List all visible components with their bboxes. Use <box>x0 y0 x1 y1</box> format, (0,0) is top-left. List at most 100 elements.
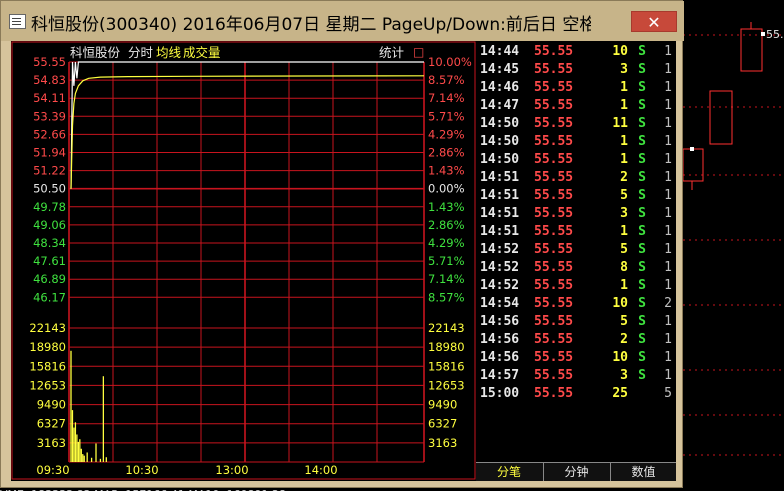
tick-price: 55.55 <box>534 386 574 401</box>
tick-time: 14:51 <box>480 224 520 239</box>
price-line <box>70 61 424 189</box>
tick-side: S <box>638 170 646 185</box>
tick-side: S <box>638 224 646 239</box>
close-button[interactable]: ✕ <box>631 11 677 32</box>
price-tick-label: 53.39 <box>33 109 66 123</box>
tick-volume: 1 <box>620 134 628 149</box>
price-tick-label: 46.89 <box>33 272 66 286</box>
price-tick-label: 51.22 <box>33 164 66 178</box>
price-tick-label: 46.17 <box>33 290 66 304</box>
tick-row: 14:57 55.55 3 S 1 <box>478 367 676 385</box>
chart-stock-name: 科恒股份 <box>70 45 121 60</box>
tab-values[interactable]: 数值 <box>610 463 676 481</box>
volume-tick-label: 9490 <box>428 398 457 412</box>
tick-row: 14:54 55.55 10 S 2 <box>478 295 676 313</box>
tick-volume: 5 <box>620 314 628 329</box>
tick-row: 14:46 55.55 1 S 1 <box>478 79 676 97</box>
tick-side: S <box>638 98 646 113</box>
tick-time: 14:50 <box>480 152 520 167</box>
price-tick-label: 47.61 <box>33 254 66 268</box>
title-bar[interactable]: 科恒股份(300340) 2016年06月07日 星期二 PageUp/Down… <box>1 1 684 41</box>
tick-volume: 2 <box>620 332 628 347</box>
percent-tick-label: 7.14% <box>428 272 465 286</box>
tick-volume: 5 <box>620 242 628 257</box>
tick-time: 14:50 <box>480 134 520 149</box>
tick-count: 1 <box>664 98 672 113</box>
chart-avg-line-label[interactable]: 均线 <box>156 45 182 60</box>
percent-tick-label: 1.43% <box>428 164 465 178</box>
tick-row: 14:51 55.55 3 S 1 <box>478 205 676 223</box>
tick-count: 1 <box>664 224 672 239</box>
tick-row: 14:56 55.55 10 S 1 <box>478 349 676 367</box>
tick-row: 14:47 55.55 1 S 1 <box>478 97 676 115</box>
stats-button[interactable]: 统计 <box>379 45 404 60</box>
tick-price: 55.55 <box>534 296 574 311</box>
tick-time: 14:46 <box>480 80 520 95</box>
tab-tick[interactable]: 分笔 <box>476 463 542 481</box>
tick-row: 14:52 55.55 5 S 1 <box>478 241 676 259</box>
tick-side: S <box>638 152 646 167</box>
volume-tick-label: 22143 <box>428 321 465 335</box>
tick-side: S <box>638 188 646 203</box>
tick-count: 1 <box>664 134 672 149</box>
bg-price-marker <box>761 32 765 36</box>
percent-axis-labels: 10.00% 8.57% 7.14% 5.71% 4.29% 2.86% 1.43% 0.00… <box>428 55 472 304</box>
tick-time: 15:00 <box>480 386 520 401</box>
percent-tick-label: 2.86% <box>428 146 465 160</box>
tick-price: 55.55 <box>534 368 574 383</box>
chart-volume-label[interactable]: 成交量 <box>183 45 221 60</box>
price-tick-label: 50.50 <box>33 182 66 196</box>
tick-time: 14:51 <box>480 170 520 185</box>
price-tick-label: 51.94 <box>33 146 66 160</box>
tick-time: 14:50 <box>480 116 520 131</box>
tick-time: 14:47 <box>480 98 520 113</box>
tick-row: 14:52 55.55 8 S 1 <box>478 259 676 277</box>
tick-price: 55.55 <box>534 188 574 203</box>
time-axis-labels: 09:30 10:30 13:00 14:00 <box>36 463 337 477</box>
tick-side: S <box>638 278 646 293</box>
tick-count: 1 <box>664 80 672 95</box>
percent-tick-label: 1.43% <box>428 200 465 214</box>
tab-minute[interactable]: 分钟 <box>543 463 609 481</box>
tick-side: S <box>638 44 646 59</box>
tick-volume: 2 <box>620 170 628 185</box>
percent-tick-label: 5.71% <box>428 254 465 268</box>
volume-tick-label: 18980 <box>428 340 465 354</box>
volume-tick-label: 15816 <box>428 359 465 373</box>
tick-side: S <box>638 242 646 257</box>
tick-price: 55.55 <box>534 116 574 131</box>
tick-count: 1 <box>664 62 672 77</box>
percent-tick-label: 7.14% <box>428 91 465 105</box>
intraday-chart[interactable]: 科恒股份 分时 均线 成交量 统计 □ 55.55 54.83 54.11 53.39… <box>11 41 476 481</box>
tick-row: 14:50 55.55 1 S 1 <box>478 133 676 151</box>
volume-tick-label: 9490 <box>37 398 66 412</box>
price-tick-label: 54.83 <box>33 73 66 87</box>
tick-time: 14:56 <box>480 350 520 365</box>
volume-tick-label: 3163 <box>428 436 457 450</box>
tick-time: 14:51 <box>480 188 520 203</box>
tick-price: 55.55 <box>534 152 574 167</box>
tick-side: S <box>638 116 646 131</box>
tick-count: 1 <box>664 206 672 221</box>
tick-time: 14:56 <box>480 332 520 347</box>
tick-row: 14:52 55.55 1 S 1 <box>478 277 676 295</box>
price-series <box>70 61 425 189</box>
tick-count: 2 <box>664 296 672 311</box>
volume-tick-label: 3163 <box>37 436 66 450</box>
tick-price: 55.55 <box>534 314 574 329</box>
time-tick-label: 14:00 <box>304 463 337 477</box>
bg-price-label: 55.5 <box>766 28 784 41</box>
window-title: 科恒股份(300340) 2016年06月07日 星期二 PageUp/Down… <box>31 15 591 35</box>
chart-mode-label[interactable]: 分时 <box>128 45 154 60</box>
tick-volume: 10 <box>612 350 628 365</box>
tick-side: S <box>638 296 646 311</box>
tick-count: 5 <box>664 386 672 401</box>
tick-count: 1 <box>664 260 672 275</box>
bg-candle <box>709 90 733 145</box>
tick-price: 55.55 <box>534 260 574 275</box>
stats-box-icon[interactable]: □ <box>413 45 424 59</box>
chart-content: 科恒股份 分时 均线 成交量 统计 □ 55.55 54.83 54.11 53.39… <box>11 41 676 481</box>
intraday-window: 科恒股份(300340) 2016年06月07日 星期二 PageUp/Down… <box>0 0 684 488</box>
price-tick-label: 52.66 <box>33 127 66 141</box>
volume-tick-label: 12653 <box>29 378 66 392</box>
